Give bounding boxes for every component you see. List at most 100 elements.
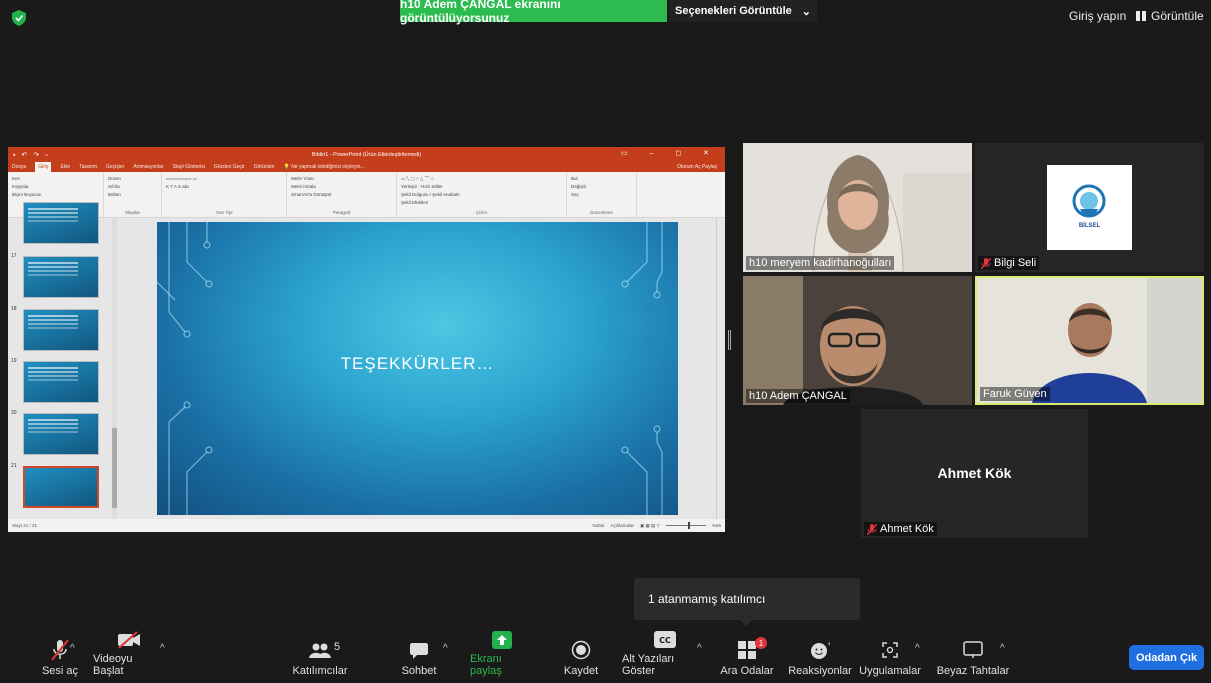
ribbon-shape-fill[interactable]: Şekil Dolgusu	[401, 192, 429, 197]
slide-thumbnail[interactable]	[23, 413, 99, 455]
video-tile-faruk-active-speaker[interactable]: Faruk Güven	[975, 276, 1204, 405]
slide-thumbnail[interactable]	[23, 202, 99, 244]
view-layout-button[interactable]: Görüntüle	[1136, 9, 1204, 23]
ppt-tab-slideshow[interactable]: Slayt Gösterisi	[173, 164, 205, 170]
ppt-window-controls[interactable]: ▭ – ◻ ✕	[621, 149, 719, 157]
muted-mic-icon	[981, 257, 991, 269]
comments-button[interactable]: Açıklamalar	[611, 523, 635, 528]
scrollbar-thumb[interactable]	[112, 428, 117, 508]
video-tile-adem[interactable]: h10 Adem ÇANGAL	[743, 276, 972, 405]
ribbon-shapes-gallery[interactable]: ▭ ╲ ▢ ○ △ ⌒ ☆	[401, 175, 562, 183]
notes-button[interactable]: Notlar	[592, 523, 604, 528]
ribbon-align-text[interactable]: Metni Hizala	[291, 183, 392, 191]
ribbon-group-label: Paragraf	[332, 210, 351, 215]
ribbon-group-slides: Düzen Sıfırla Bölüm Slaytlar	[104, 172, 162, 217]
ppt-tab-home[interactable]: Giriş	[35, 162, 52, 172]
chat-button[interactable]: Sohbet	[399, 630, 439, 683]
ppt-tab-insert[interactable]: Ekle	[60, 164, 70, 170]
leave-meeting-button[interactable]: Odadan Çık	[1129, 645, 1204, 670]
whiteboards-button[interactable]: Beyaz Tahtalar	[935, 630, 1011, 683]
ppt-tab-animations[interactable]: Animasyonlar	[133, 164, 163, 170]
slide-thumbnail-selected[interactable]	[23, 466, 99, 508]
apps-button[interactable]: Uygulamalar	[858, 630, 922, 683]
zoom-level[interactable]: %66	[712, 523, 721, 528]
share-screen-icon	[488, 630, 516, 649]
show-captions-button[interactable]: CC Alt Yazıları Göster	[622, 630, 708, 683]
ribbon-smartart[interactable]: SmartArt'a Dönüştür	[291, 191, 392, 199]
ribbon-layout[interactable]: Düzen	[108, 175, 157, 183]
chat-options-chevron-icon[interactable]: ^	[443, 643, 448, 654]
start-video-button[interactable]: Videoyu Başlat	[93, 630, 165, 683]
muted-mic-icon	[867, 523, 877, 535]
ribbon-text-direction[interactable]: Metin Yönü	[291, 175, 392, 183]
ribbon-replace[interactable]: Değiştir	[571, 183, 632, 191]
record-button[interactable]: Kaydet	[561, 630, 601, 683]
slide-title[interactable]: TEŞEKKÜRLER…	[157, 354, 678, 374]
participant-video-icon	[743, 143, 972, 272]
ribbon-format-painter[interactable]: Biçim Boyacısı	[12, 191, 99, 199]
video-options-chevron-icon[interactable]: ^	[160, 643, 165, 654]
participants-button[interactable]: 5 Katılımcılar	[290, 630, 350, 683]
participant-name: Faruk Güven	[983, 388, 1047, 400]
unmute-button[interactable]: Sesi aç	[40, 630, 80, 683]
participant-name: Ahmet Kök	[880, 523, 934, 535]
breakout-label: Ara Odalar	[720, 665, 774, 677]
ribbon-copy[interactable]: Kopyala	[12, 183, 99, 191]
ppt-tell-me-search[interactable]: 💡 Ne yapmak istediğinizi söyleyin...	[284, 164, 365, 170]
share-screen-button[interactable]: Ekranı paylaş	[470, 630, 534, 683]
thumbnail-scrollbar[interactable]	[112, 218, 117, 519]
participant-name: h10 Adem ÇANGAL	[749, 390, 847, 402]
slide-vertical-scrollbar[interactable]	[716, 218, 724, 519]
ppt-tab-review[interactable]: Gözden Geçir	[214, 164, 245, 170]
ppt-tab-view[interactable]: Görünüm	[254, 164, 275, 170]
participants-label: Katılımcılar	[292, 665, 348, 677]
ribbon-cut[interactable]: Kes	[12, 175, 99, 183]
ppt-tab-design[interactable]: Tasarım	[79, 164, 97, 170]
thumb-text-lines	[28, 419, 78, 421]
ribbon-quick-styles[interactable]: Hızlı Stiller	[421, 184, 443, 189]
audio-options-chevron-icon[interactable]: ^	[70, 643, 75, 654]
slide-thumbnail-pane[interactable]: 17 18 19 20 21	[8, 202, 120, 519]
ribbon-shape-outline[interactable]: Şekil Anahattı	[432, 192, 460, 197]
panel-resize-handle[interactable]	[728, 330, 731, 350]
view-options-button[interactable]: Seçenekleri Görüntüle ⌄	[669, 0, 817, 22]
slide-thumbnail[interactable]	[23, 256, 99, 298]
banner-text: h10 Adem ÇANGAL ekranını görüntülüyorsun…	[400, 0, 561, 25]
ribbon-arrange[interactable]: Yerleştir	[401, 184, 417, 189]
ribbon-select[interactable]: Seç	[571, 191, 632, 199]
ribbon-font-style-buttons[interactable]: K T A S abc	[166, 183, 282, 191]
zoom-slider[interactable]	[665, 522, 706, 529]
ribbon-group-label: Yazı Tipi	[215, 210, 233, 215]
breakout-rooms-button[interactable]: 1 Ara Odalar	[719, 630, 775, 683]
thumb-text-lines	[28, 208, 78, 210]
ribbon-find[interactable]: Bul	[571, 175, 632, 183]
chat-label: Sohbet	[401, 665, 437, 677]
slide-thumbnail[interactable]	[23, 361, 99, 403]
video-tile-ahmet-kok[interactable]: Ahmet Kök Ahmet Kök	[861, 409, 1088, 538]
ribbon-shape-effects[interactable]: Şekil Efektleri	[401, 199, 562, 207]
video-tile-bilgi-seli[interactable]: BİLSEL Bilgi Seli	[975, 143, 1204, 272]
reactions-label: Reaksiyonlar	[788, 665, 852, 677]
ribbon-reset[interactable]: Sıfırla	[108, 183, 157, 191]
ppt-signin-share[interactable]: Oturum Aç Paylaş	[677, 164, 725, 170]
video-tile-meryem[interactable]: h10 meryem kadirhanoğulları	[743, 143, 972, 272]
reactions-button[interactable]: + Reaksiyonlar	[788, 630, 852, 683]
slide-thumbnail[interactable]	[23, 309, 99, 351]
sign-in-link[interactable]: Giriş yapın	[1069, 9, 1126, 23]
apps-label: Uygulamalar	[859, 665, 921, 677]
captions-options-chevron-icon[interactable]: ^	[697, 643, 702, 654]
participant-name: Bilgi Seli	[994, 257, 1037, 269]
security-shield-icon[interactable]	[12, 10, 26, 26]
participant-video-icon	[977, 278, 1202, 403]
ribbon-font-box[interactable]: ▭▭▭▭▭▭ ▭	[166, 175, 282, 183]
slide-counter: Slayt 21 / 21	[12, 523, 38, 528]
current-slide[interactable]: TEŞEKKÜRLER…	[157, 222, 678, 515]
ppt-search-text: Ne yapmak istediğinizi söyleyin...	[291, 164, 365, 170]
ppt-status-bar: Slayt 21 / 21 Notlar Açıklamalar ▣ ▦ ▤ ▽…	[8, 519, 725, 532]
ppt-tab-transitions[interactable]: Geçişler	[106, 164, 124, 170]
ribbon-section[interactable]: Bölüm	[108, 191, 157, 199]
whiteboard-options-chevron-icon[interactable]: ^	[1000, 643, 1005, 654]
view-mode-icons[interactable]: ▣ ▦ ▤ ▽	[640, 523, 660, 529]
apps-options-chevron-icon[interactable]: ^	[915, 643, 920, 654]
ppt-tab-file[interactable]: Dosya	[12, 164, 26, 170]
